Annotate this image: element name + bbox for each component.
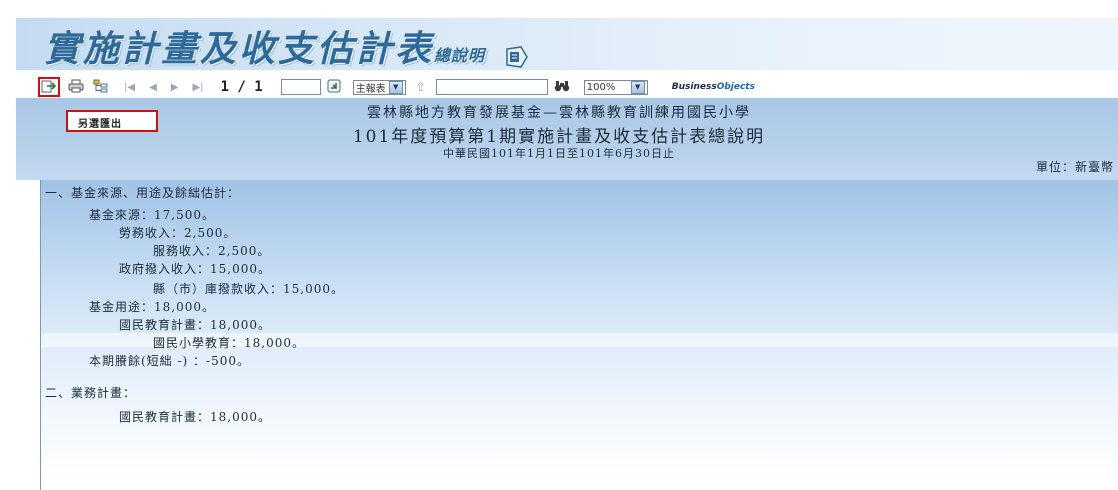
banner-title-suffix: 總說明 (434, 46, 486, 65)
first-page-icon[interactable]: |◀ (124, 82, 135, 93)
report-line: 國民教育計畫：18,000。 (119, 410, 271, 424)
export-button[interactable] (38, 77, 60, 97)
export-icon (41, 79, 57, 96)
report-line: 縣（市）庫撥款收入：15,000。 (153, 282, 344, 296)
business-objects-logo: BusinessObjects (672, 82, 755, 92)
next-page-icon[interactable]: ▶ (171, 82, 179, 93)
report-org-title: 雲林縣地方教育發展基金—雲林縣教育訓練用國民小學 (367, 105, 751, 121)
report-banner: 實施計畫及收支估計表總說明 (16, 18, 1118, 70)
group-tree-button[interactable] (92, 78, 110, 96)
go-page-icon[interactable] (327, 79, 341, 96)
report-line: 服務收入：2,500。 (153, 244, 271, 258)
print-icon (68, 79, 84, 96)
prev-page-icon[interactable]: ◀ (149, 82, 157, 93)
drill-up-icon[interactable]: ⇧ (416, 80, 426, 94)
zoom-select[interactable]: 100% ▼ (583, 79, 648, 95)
section-heading: 二、業務計畫： (45, 386, 137, 400)
section-heading: 一、基金來源、用途及餘絀估計： (45, 186, 241, 200)
print-button[interactable] (67, 78, 85, 96)
report-line: 政府撥入收入：15,000。 (119, 262, 271, 276)
brand-prefix: Business (671, 82, 717, 92)
goto-page-input[interactable] (280, 79, 321, 95)
report-body: 一、基金來源、用途及餘絀估計： 基金來源：17,500。 勞務收入：2,500。… (40, 180, 1118, 490)
banner-title: 實施計畫及收支估計表總說明 (44, 20, 531, 72)
dropdown-icon[interactable]: ▼ (388, 80, 403, 94)
report-select-value: 主報表 (355, 83, 386, 95)
document-icon (505, 36, 531, 68)
report-date-range: 中華民國101年1月1日至101年6月30日止 (443, 147, 675, 160)
currency-unit: 單位：新臺幣 (1035, 160, 1114, 174)
report-line: 基金用途：18,000。 (89, 300, 215, 314)
zoom-value: 100% (586, 81, 616, 93)
last-page-icon[interactable]: ▶| (192, 82, 203, 93)
group-tree-icon (93, 79, 109, 96)
banner-title-text: 實施計畫及收支估計表 (44, 28, 435, 70)
report-line: 國民小學教育：18,000。 (153, 336, 305, 350)
brand-suffix: Objects (716, 82, 755, 92)
binoculars-icon[interactable] (554, 80, 570, 95)
report-select[interactable]: 主報表 ▼ (352, 79, 406, 95)
report-toolbar: |◀ ◀ ▶ ▶| 1 / 1 主報表 ▼ ⇧ 100% ▼ BusinessO… (38, 76, 1118, 98)
report-line: 基金來源：17,500。 (89, 208, 215, 222)
zoom-dropdown-icon[interactable]: ▼ (630, 80, 645, 94)
report-line: 國民教育計畫：18,000。 (119, 318, 271, 332)
search-input[interactable] (435, 79, 548, 95)
report-title: 101年度預算第1期實施計畫及收支估計表總說明 (352, 127, 766, 147)
report-line: 勞務收入：2,500。 (119, 226, 237, 240)
report-line: 本期賸餘(短絀 -) ：-500。 (89, 354, 251, 368)
page-indicator: 1 / 1 (220, 79, 263, 95)
